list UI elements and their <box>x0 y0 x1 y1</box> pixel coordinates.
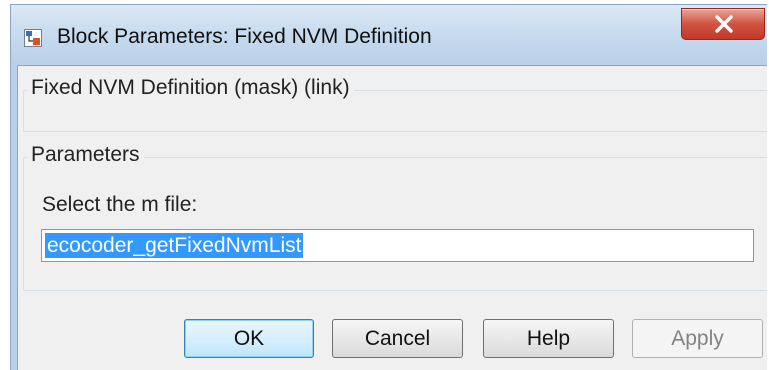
m-file-input[interactable]: ecocoder_getFixedNvmList <box>41 229 754 262</box>
help-button[interactable]: Help <box>483 319 614 358</box>
simulink-block-icon <box>24 29 42 47</box>
dialog-window: Block Parameters: Fixed NVM Definition F… <box>10 4 767 370</box>
ok-button[interactable]: OK <box>184 319 314 358</box>
window-title: Block Parameters: Fixed NVM Definition <box>57 25 432 48</box>
m-file-input-value: ecocoder_getFixedNvmList <box>45 233 304 258</box>
close-x-icon <box>715 15 733 33</box>
cancel-button[interactable]: Cancel <box>332 319 463 358</box>
apply-button[interactable]: Apply <box>632 319 763 358</box>
parameters-group-title: Parameters <box>27 143 144 167</box>
title-bar[interactable]: Block Parameters: Fixed NVM Definition <box>11 5 767 65</box>
close-button[interactable] <box>681 8 765 40</box>
parameters-group: Parameters <box>23 143 767 291</box>
dialog-body: Fixed NVM Definition (mask) (link) Param… <box>17 65 767 370</box>
description-group: Fixed NVM Definition (mask) (link) <box>23 76 767 132</box>
description-group-title: Fixed NVM Definition (mask) (link) <box>27 76 354 100</box>
m-file-label: Select the m file: <box>42 193 198 216</box>
